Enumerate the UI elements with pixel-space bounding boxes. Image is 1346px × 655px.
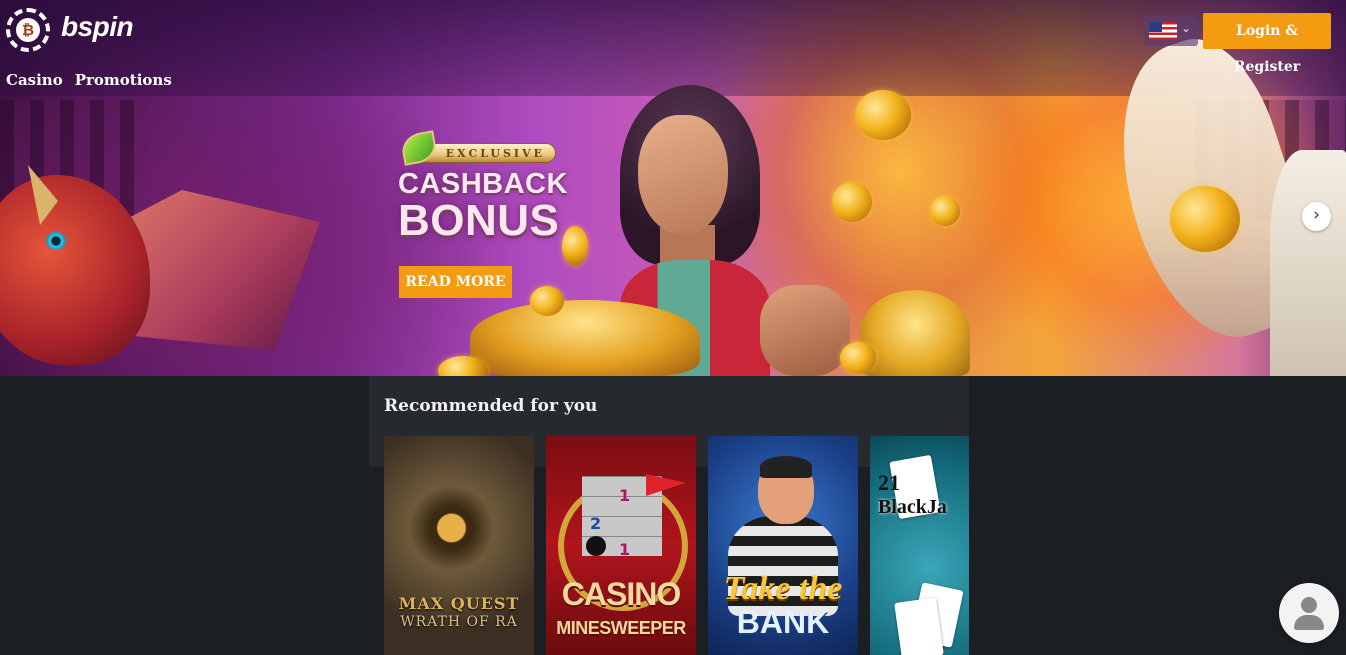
- hero-title-line2: BONUS: [398, 196, 560, 245]
- chevron-right-icon[interactable]: ›: [1302, 202, 1331, 231]
- grid-number: 2: [590, 514, 602, 533]
- game-tile-casino-minesweeper[interactable]: 1 2 1 CASINO MINESWEEPER: [546, 436, 696, 655]
- bitcoin-coin-icon: [840, 342, 876, 374]
- user-avatar-icon[interactable]: [1279, 583, 1339, 643]
- page: EXCLUSIVE CASHBACK BONUS READ MORE › ₿ b…: [0, 0, 1346, 655]
- treasure-art: [860, 290, 970, 376]
- chevron-down-icon: ⌄: [1181, 21, 1192, 35]
- nav-item-casino[interactable]: Casino: [6, 71, 63, 89]
- grid-number: 1: [619, 486, 631, 505]
- language-selector[interactable]: ⌄: [1144, 16, 1198, 46]
- playing-card-icon: [894, 597, 944, 655]
- robber-cap-art: [760, 456, 812, 478]
- pegasus-art: [1270, 150, 1346, 376]
- red-flag-icon: [646, 474, 686, 496]
- login-register-button[interactable]: Login & Register: [1203, 13, 1331, 75]
- game-carousel: MAX QUEST WRATH OF RA 1 2 1 CASINO MINES…: [384, 436, 969, 655]
- avatar-body: [1294, 615, 1324, 630]
- game-tile-max-quest[interactable]: MAX QUEST WRATH OF RA: [384, 436, 534, 655]
- bitcoin-coin-icon: [1170, 186, 1240, 252]
- logo-icon[interactable]: ₿: [6, 8, 50, 52]
- game-title: 21: [878, 470, 900, 495]
- game-tile-blackjack[interactable]: 21 BlackJa: [870, 436, 969, 655]
- game-subtitle: BlackJa: [878, 496, 947, 518]
- game-title: CASINO: [561, 576, 681, 612]
- main-nav: Casino Promotions: [6, 71, 172, 89]
- bitcoin-coin-icon: [930, 196, 960, 226]
- game-subtitle: MINESWEEPER: [556, 618, 686, 638]
- bitcoin-icon: ₿: [16, 18, 40, 42]
- us-flag-icon: [1149, 22, 1177, 40]
- game-subtitle: BANK: [736, 604, 830, 640]
- bitcoin-coin-icon: [855, 90, 911, 140]
- game-title: MAX QUEST: [398, 594, 520, 613]
- bitcoin-coin-icon: [832, 182, 872, 222]
- game-title: Take the: [723, 570, 843, 607]
- character-face: [638, 115, 728, 235]
- recommended-title: Recommended for you: [384, 396, 598, 416]
- game-subtitle: WRATH OF RA: [400, 614, 518, 630]
- read-more-button[interactable]: READ MORE: [399, 266, 512, 298]
- dragon-eye-art: [46, 232, 66, 250]
- bitcoin-coin-icon: [562, 226, 588, 266]
- game-tile-take-the-bank[interactable]: Take the BANK: [708, 436, 858, 655]
- flag-canton: [1149, 22, 1162, 32]
- hero-banner[interactable]: EXCLUSIVE CASHBACK BONUS READ MORE › ₿ b…: [0, 0, 1346, 376]
- magic-lamp-art: [470, 300, 700, 376]
- brand-name[interactable]: bspin: [61, 11, 134, 43]
- bomb-icon: [586, 536, 606, 556]
- character-arm: [760, 285, 850, 376]
- nav-item-promotions[interactable]: Promotions: [75, 71, 172, 89]
- avatar-head: [1301, 597, 1317, 613]
- bitcoin-coin-icon: [530, 286, 564, 316]
- grid-number: 1: [619, 540, 631, 559]
